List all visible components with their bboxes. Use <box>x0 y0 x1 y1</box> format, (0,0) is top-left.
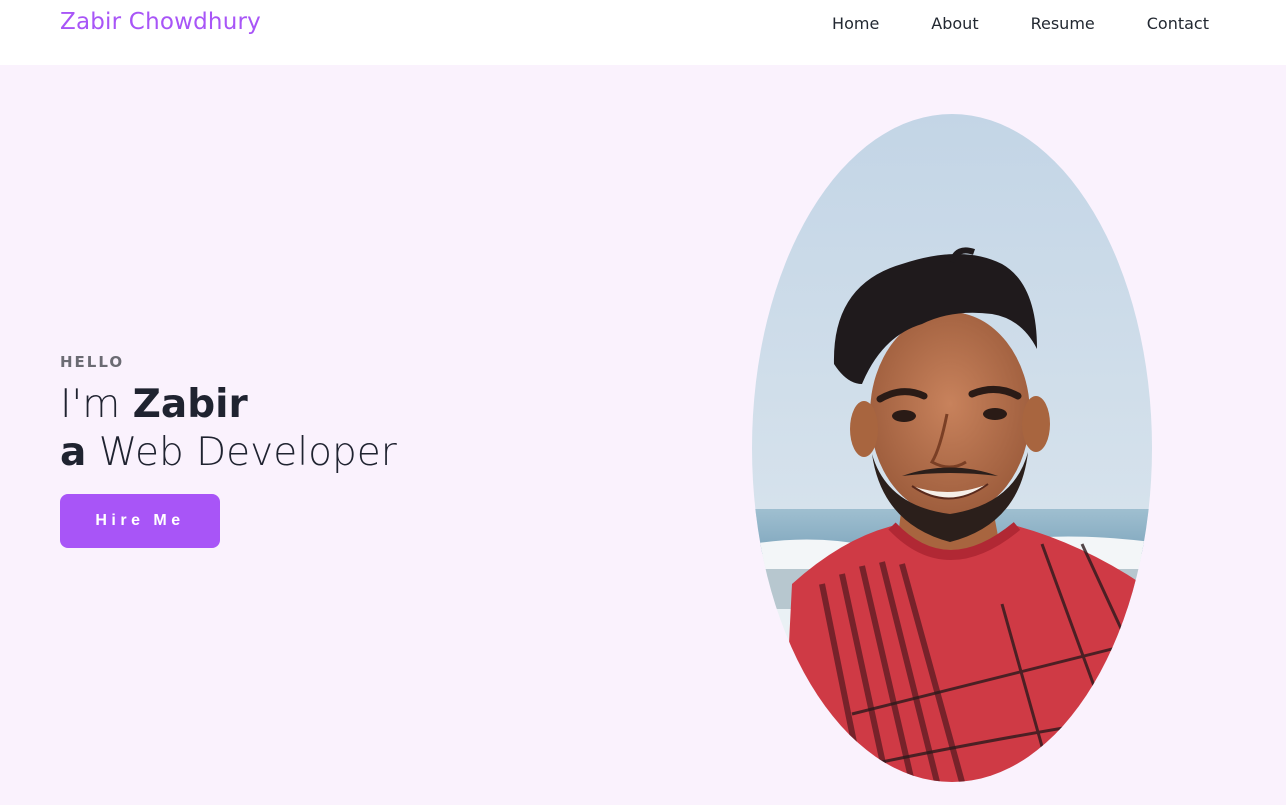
brand-logo-link[interactable]: Zabir Chowdhury <box>60 9 261 35</box>
hero-headline: I'm Zabir a Web Developer <box>60 381 397 477</box>
hire-me-button[interactable]: Hire Me <box>60 494 220 548</box>
profile-photo-illustration <box>752 114 1152 782</box>
nav-link-resume[interactable]: Resume <box>1031 14 1095 33</box>
nav-menu: Home About Resume Contact <box>832 14 1209 33</box>
profile-photo <box>752 114 1152 782</box>
headline-prefix: I'm <box>60 382 133 427</box>
hero-section: HELLO I'm Zabir a Web Developer Hire Me <box>0 65 1286 805</box>
nav-link-contact[interactable]: Contact <box>1147 14 1209 33</box>
hero-greeting: HELLO <box>60 353 125 371</box>
navbar: Zabir Chowdhury Home About Resume Contac… <box>0 0 1286 65</box>
nav-link-about[interactable]: About <box>931 14 978 33</box>
headline-article: a <box>60 430 87 475</box>
headline-name: Zabir <box>132 382 248 427</box>
headline-role: Web Developer <box>86 430 397 475</box>
nav-link-home[interactable]: Home <box>832 14 879 33</box>
